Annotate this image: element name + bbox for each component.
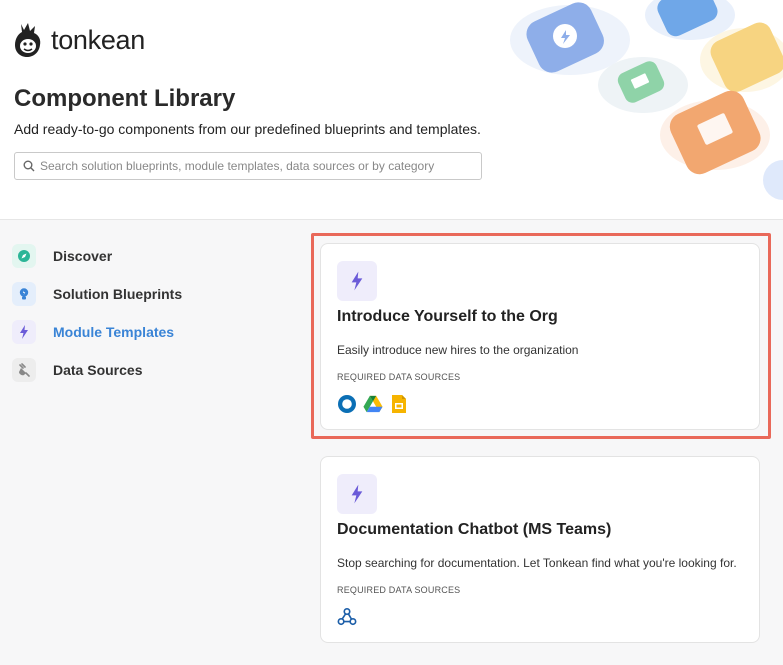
data-source-list — [337, 607, 357, 627]
tonkean-logo[interactable]: tonkean — [13, 22, 145, 58]
sidebar-item-discover[interactable]: Discover — [12, 244, 292, 268]
webhook-icon — [337, 607, 357, 627]
card-title: Documentation Chatbot (MS Teams) — [337, 521, 612, 538]
monkey-logo-icon — [15, 23, 41, 57]
lightning-icon — [337, 261, 377, 301]
sidebar-item-label: Module Templates — [53, 324, 175, 340]
lightning-icon — [337, 474, 377, 514]
sidebar-nav: Discover Solution Blueprints Module Temp… — [12, 244, 292, 397]
required-data-sources-label: REQUIRED DATA SOURCES — [337, 372, 461, 382]
compass-icon — [12, 244, 36, 268]
sidebar-item-label: Discover — [53, 248, 113, 264]
search-input[interactable] — [40, 159, 470, 173]
lightbulb-icon — [12, 282, 36, 306]
sidebar-item-label: Solution Blueprints — [53, 286, 183, 302]
template-card[interactable]: Introduce Yourself to the Org Easily int… — [320, 243, 760, 430]
google-slides-icon — [389, 394, 409, 414]
header: tonkean Component Library Add ready-to-g… — [0, 0, 783, 220]
header-illustration — [510, 0, 783, 200]
sidebar-item-data-sources[interactable]: Data Sources — [12, 358, 292, 382]
google-drive-icon — [363, 394, 383, 414]
search-box[interactable] — [14, 152, 482, 180]
card-title: Introduce Yourself to the Org — [337, 308, 558, 325]
lightning-icon — [12, 320, 36, 344]
brand-name: tonkean — [51, 24, 145, 55]
okta-icon — [337, 394, 357, 414]
search-icon — [23, 160, 35, 172]
sidebar-item-label: Data Sources — [53, 362, 143, 378]
sidebar-item-solution-blueprints[interactable]: Solution Blueprints — [12, 282, 292, 306]
page-title: Component Library — [14, 85, 236, 112]
sidebar-item-module-templates[interactable]: Module Templates — [12, 320, 292, 344]
plug-icon — [12, 358, 36, 382]
data-source-list — [337, 394, 409, 414]
required-data-sources-label: REQUIRED DATA SOURCES — [337, 585, 461, 595]
template-card[interactable]: Documentation Chatbot (MS Teams) Stop se… — [320, 456, 760, 643]
card-description: Easily introduce new hires to the organi… — [337, 343, 579, 357]
card-description: Stop searching for documentation. Let To… — [337, 556, 737, 570]
page-subtitle: Add ready-to-go components from our pred… — [14, 121, 481, 137]
